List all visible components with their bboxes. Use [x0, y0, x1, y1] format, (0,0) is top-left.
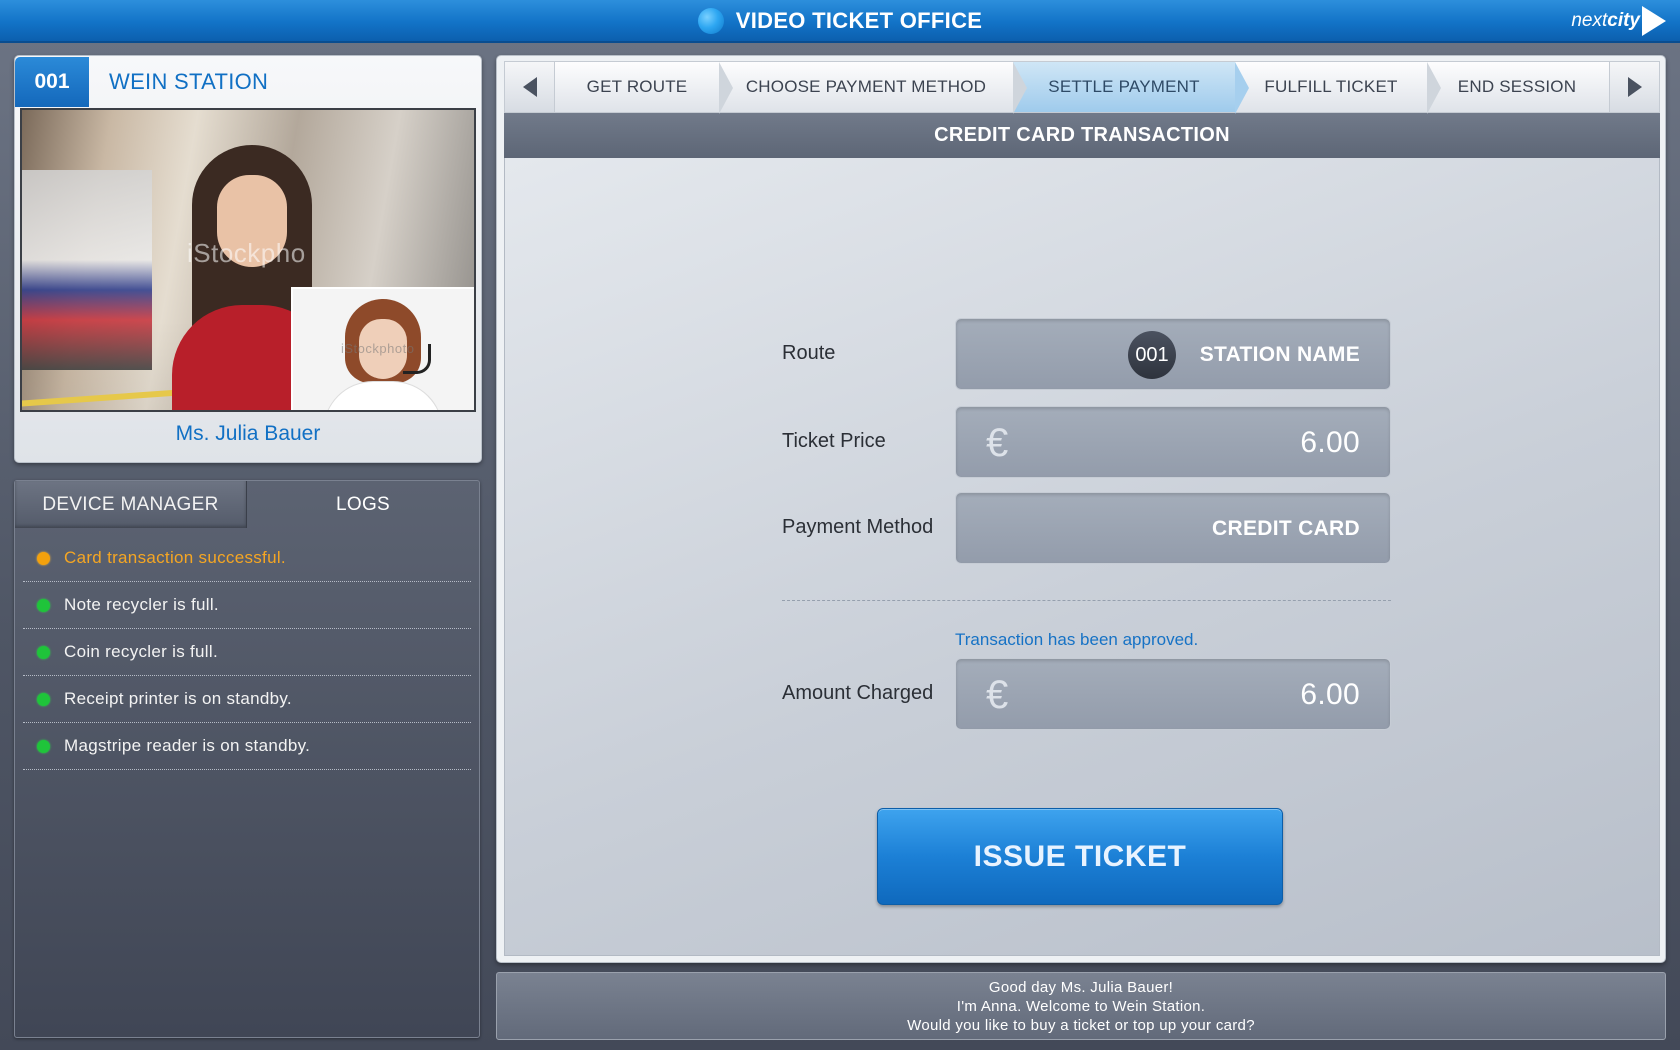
step-next-button[interactable] — [1609, 62, 1659, 112]
station-name: WEIN STATION — [109, 69, 269, 94]
device-log-tabs: DEVICE MANAGER LOGS — [15, 481, 479, 528]
step-get-route[interactable]: GET ROUTE — [555, 62, 733, 114]
payment-method-value: CREDIT CARD — [1212, 517, 1360, 540]
title-bar: VIDEO TICKET OFFICE nextcity — [0, 0, 1680, 43]
chevron-right-icon — [1627, 77, 1642, 97]
step-prev-button[interactable] — [505, 62, 555, 112]
greeting-line: I'm Anna. Welcome to Wein Station. — [956, 997, 1206, 1015]
agent-body — [323, 381, 443, 410]
ticket-price-value: 6.00 — [1300, 426, 1360, 459]
amount-charged-value: 6.00 — [1300, 678, 1360, 711]
pip-watermark: iStockphoto — [341, 341, 415, 356]
log-item: Coin recycler is full. — [23, 629, 471, 676]
status-led-icon — [37, 598, 50, 612]
customer-name: Ms. Julia Bauer — [175, 422, 321, 445]
agent-video-pip: iStockphoto — [291, 287, 474, 410]
form-divider — [782, 600, 1391, 601]
brand-logo: nextcity — [1571, 3, 1666, 39]
greeting-caption: Good day Ms. Julia Bauer! I'm Anna. Welc… — [496, 972, 1666, 1040]
tab-device-manager[interactable]: DEVICE MANAGER — [15, 481, 247, 528]
title-wrap: VIDEO TICKET OFFICE — [0, 0, 1680, 41]
route-label: Route — [782, 342, 836, 364]
step-end-session[interactable]: END SESSION — [1427, 62, 1607, 112]
greeting-line: Good day Ms. Julia Bauer! — [988, 978, 1174, 996]
caller-header: 001 WEIN STATION — [15, 56, 481, 108]
log-text: Card transaction successful. — [64, 548, 286, 567]
brand-arrow-icon — [1642, 6, 1666, 36]
device-log-panel: DEVICE MANAGER LOGS Card transaction suc… — [14, 480, 480, 1038]
step-fulfill-ticket[interactable]: FULFILL TICKET — [1235, 62, 1441, 114]
log-item: Magstripe reader is on standby. — [23, 723, 471, 770]
app-title: VIDEO TICKET OFFICE — [735, 7, 983, 33]
status-led-icon — [37, 551, 50, 565]
payment-method-label: Payment Method — [782, 516, 934, 538]
route-field: 001 STATION NAME — [955, 318, 1391, 390]
brand-text: nextcity — [1571, 10, 1640, 32]
log-text: Note recycler is full. — [64, 595, 219, 614]
log-item: Receipt printer is on standby. — [23, 676, 471, 723]
log-item: Card transaction successful. — [23, 535, 471, 582]
chevron-left-icon — [522, 77, 537, 97]
log-text: Magstripe reader is on standby. — [64, 736, 311, 755]
log-item: Note recycler is full. — [23, 582, 471, 629]
euro-icon: € — [986, 420, 1009, 465]
tab-logs[interactable]: LOGS — [247, 481, 479, 528]
section-title: CREDIT CARD TRANSACTION — [504, 113, 1660, 158]
amount-charged-field: € 6.00 — [955, 658, 1391, 730]
status-led-icon — [37, 645, 50, 659]
brand-suffix: city — [1607, 10, 1640, 31]
train-background — [22, 170, 152, 370]
transaction-panel: GET ROUTE CHOOSE PAYMENT METHOD SETTLE P… — [496, 55, 1666, 963]
step-choose-payment-method[interactable]: CHOOSE PAYMENT METHOD — [719, 62, 1027, 114]
video-watermark: iStockpho — [187, 238, 306, 268]
customer-video: iStockpho iStockphoto — [20, 108, 476, 412]
payment-method-field: CREDIT CARD — [955, 492, 1391, 564]
amount-charged-label: Amount Charged — [782, 682, 934, 704]
greeting-line: Would you like to buy a ticket or top up… — [907, 1016, 1255, 1034]
transaction-form: Route 001 STATION NAME Ticket Price € 6.… — [504, 158, 1660, 956]
route-code-badge: 001 — [1128, 331, 1176, 379]
status-led-icon — [37, 739, 50, 753]
euro-icon: € — [986, 672, 1009, 717]
status-dot-icon — [697, 7, 724, 34]
log-text: Coin recycler is full. — [64, 642, 218, 661]
caller-panel: 001 WEIN STATION iStockpho iStockphoto M… — [14, 55, 482, 463]
log-list: Card transaction successful. Note recycl… — [23, 535, 471, 770]
log-text: Receipt printer is on standby. — [64, 689, 292, 708]
station-code: 001 — [15, 57, 89, 107]
step-settle-payment[interactable]: SETTLE PAYMENT — [1013, 62, 1249, 114]
issue-ticket-button[interactable]: ISSUE TICKET — [877, 808, 1283, 905]
ticket-price-field: € 6.00 — [955, 406, 1391, 478]
route-value: STATION NAME — [1199, 343, 1360, 366]
status-led-icon — [37, 692, 50, 706]
brand-prefix: next — [1571, 10, 1608, 31]
ticket-price-label: Ticket Price — [782, 430, 886, 452]
approval-message: Transaction has been approved. — [955, 630, 1199, 649]
step-navigation: GET ROUTE CHOOSE PAYMENT METHOD SETTLE P… — [504, 61, 1660, 114]
